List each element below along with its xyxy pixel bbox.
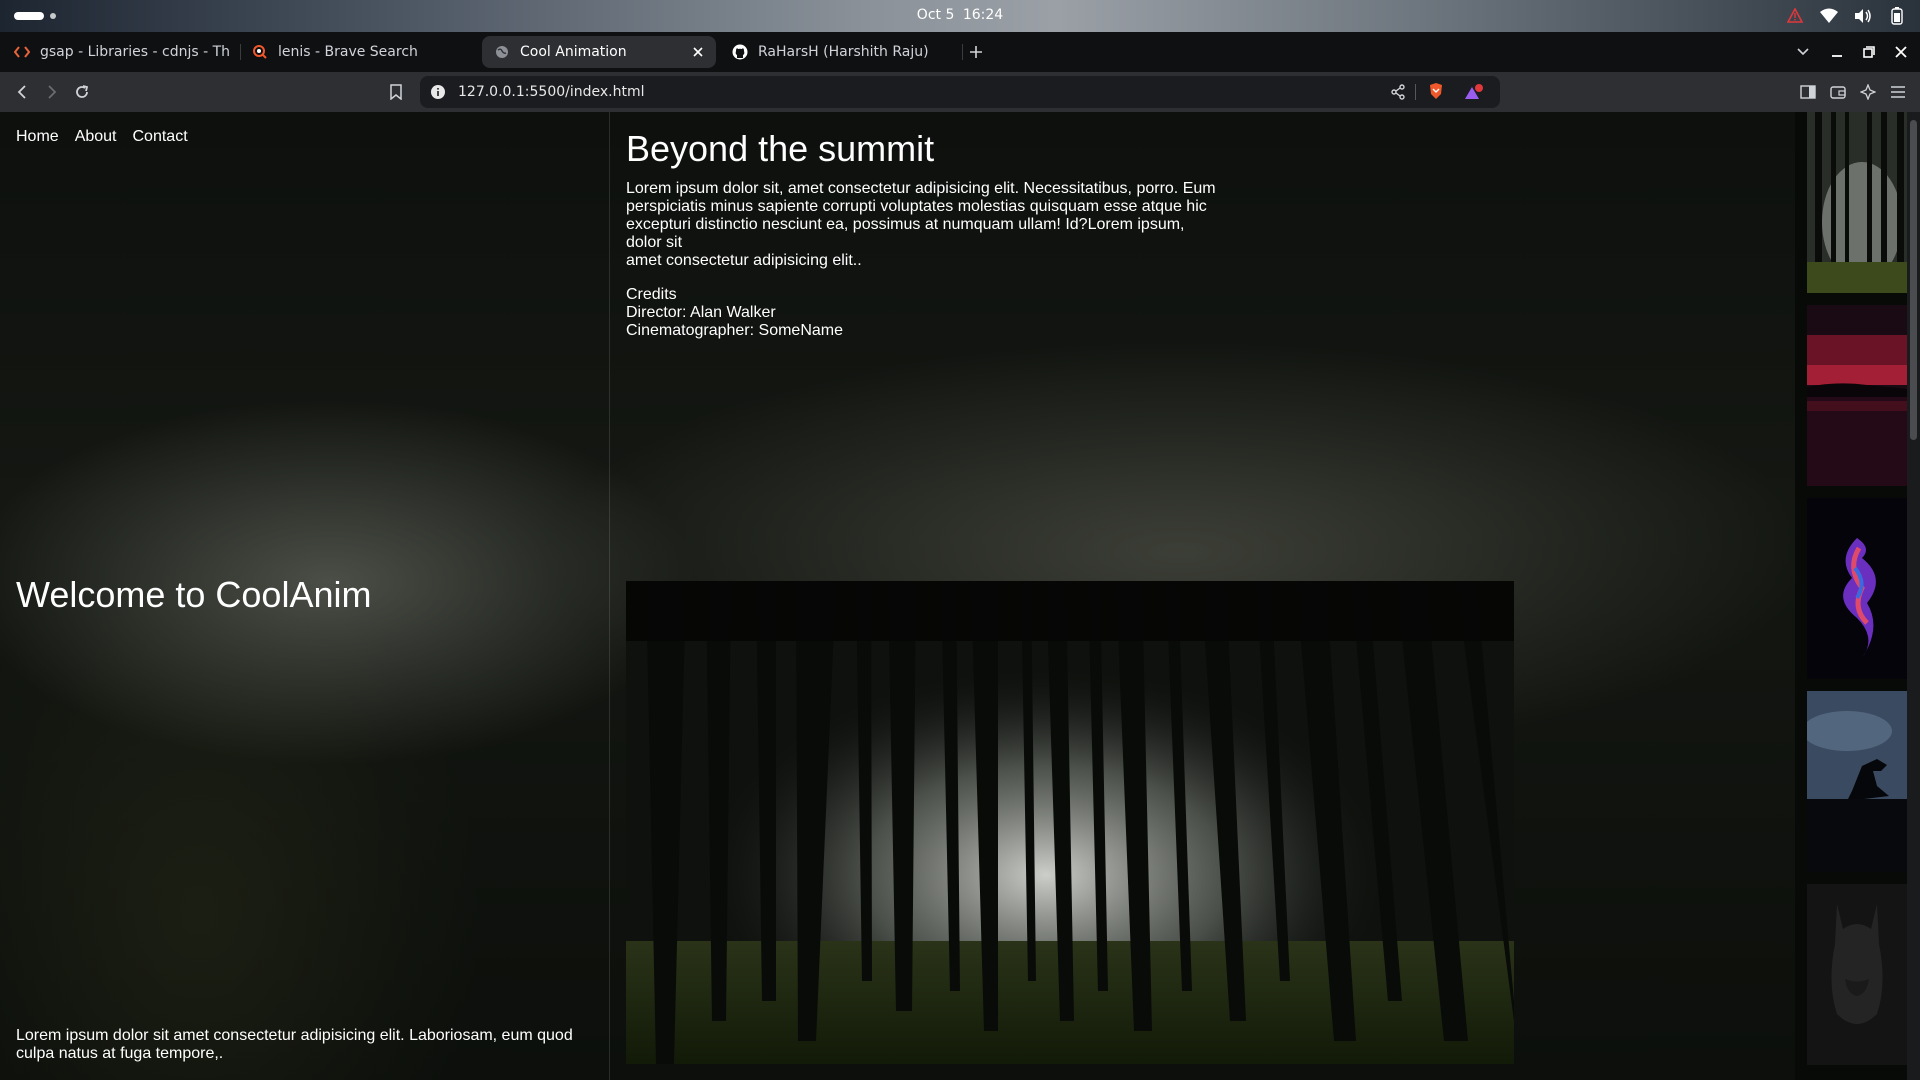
tab-title: gsap - Libraries - cdnjs - The #	[40, 44, 230, 60]
credits-director: Director: Alan Walker	[626, 304, 776, 321]
os-time: 16:24	[962, 7, 1004, 23]
tab-title: Cool Animation	[520, 44, 627, 60]
welcome-heading: Welcome to CoolAnim	[16, 574, 372, 615]
forest-illustration	[626, 581, 1514, 1064]
menu-icon[interactable]	[1888, 82, 1908, 102]
minimize-window-icon[interactable]	[1828, 44, 1846, 60]
os-clock[interactable]: Oct 5 16:24	[0, 7, 1920, 23]
thumbnail-dinosaur-silhouette[interactable]	[1807, 691, 1908, 872]
restore-window-icon[interactable]	[1860, 44, 1878, 60]
thumbnail-colorful-smoke[interactable]	[1807, 498, 1908, 679]
back-arrow-icon[interactable]	[12, 82, 32, 102]
scrollbar-thumb[interactable]	[1910, 120, 1917, 440]
site-nav: Home About Contact	[16, 128, 188, 146]
credits-block: Credits Director: Alan Walker Cinematogr…	[626, 286, 1226, 340]
wifi-icon[interactable]	[1820, 7, 1838, 25]
os-top-bar: Oct 5 16:24	[0, 0, 1920, 32]
url-text[interactable]: 127.0.0.1:5500/index.html	[458, 84, 645, 100]
thumbnail-batman-dark[interactable]	[1807, 884, 1908, 1065]
tab-lenis[interactable]: lenis - Brave Search	[252, 36, 472, 68]
tab-cool-animation[interactable]: Cool Animation	[482, 36, 716, 68]
tab-title: lenis - Brave Search	[278, 44, 418, 60]
new-tab-button[interactable]	[966, 42, 986, 62]
page-title: Beyond the summit	[626, 128, 935, 169]
bookmark-icon[interactable]	[386, 82, 406, 102]
close-window-icon[interactable]	[1892, 44, 1910, 60]
code-icon	[14, 44, 30, 60]
share-icon[interactable]	[1390, 84, 1406, 100]
nav-home-link[interactable]: Home	[16, 128, 59, 146]
brave-shields-icon[interactable]	[1428, 82, 1446, 102]
battery-icon[interactable]	[1888, 7, 1906, 25]
address-bar[interactable]: 127.0.0.1:5500/index.html	[420, 76, 1500, 108]
site-info-icon[interactable]	[430, 84, 446, 100]
forward-arrow-icon[interactable]	[42, 82, 62, 102]
brave-search-icon	[252, 44, 268, 60]
left-footer-text: Lorem ipsum dolor sit amet consectetur a…	[16, 1027, 573, 1062]
column-divider	[609, 112, 610, 1080]
body-paragraph: Lorem ipsum dolor sit, amet consectetur …	[626, 180, 1226, 270]
tab-title: RaHarsH (Harshith Raju)	[758, 44, 929, 60]
url-divider	[1415, 84, 1416, 100]
tab-list-chevron-down-icon[interactable]	[1794, 44, 1812, 60]
browser-toolbar: 127.0.0.1:5500/index.html	[0, 72, 1920, 112]
warning-icon[interactable]	[1786, 7, 1804, 25]
nav-about-link[interactable]: About	[75, 128, 117, 146]
credits-label: Credits	[626, 286, 677, 303]
body-line: amet consectetur adipisicing elit..	[626, 252, 862, 269]
wallet-icon[interactable]	[1828, 82, 1848, 102]
hero-forest-image	[626, 581, 1514, 1064]
credits-cinematographer: Cinematographer: SomeName	[626, 322, 843, 339]
body-line: Lorem ipsum dolor sit, amet consectetur …	[626, 180, 1216, 197]
body-line: dolor sit	[626, 234, 683, 251]
thumbnail-forest[interactable]	[1807, 112, 1908, 293]
tab-gsap[interactable]: gsap - Libraries - cdnjs - The #	[14, 36, 230, 68]
reload-icon[interactable]	[72, 82, 92, 102]
close-tab-icon[interactable]	[690, 44, 706, 60]
volume-icon[interactable]	[1854, 7, 1872, 25]
github-icon	[732, 44, 748, 60]
nav-contact-link[interactable]: Contact	[133, 128, 188, 146]
body-line: excepturi distinctio nesciunt ea, possim…	[626, 216, 1185, 233]
tab-github[interactable]: RaHarsH (Harshith Raju)	[732, 36, 972, 68]
globe-icon	[494, 44, 510, 60]
leo-ai-icon[interactable]	[1858, 82, 1878, 102]
sidebar-toggle-icon[interactable]	[1798, 82, 1818, 102]
page-viewport: Home About Contact Welcome to CoolAnim L…	[0, 112, 1920, 1080]
body-line: perspiciatis minus sapiente corrupti vol…	[626, 198, 1207, 215]
thumbnail-red-sunset-lake[interactable]	[1807, 305, 1908, 486]
system-tray[interactable]	[1786, 7, 1906, 25]
brave-rewards-icon[interactable]	[1464, 84, 1484, 102]
tab-separator	[240, 44, 241, 60]
tab-strip: gsap - Libraries - cdnjs - The # lenis -…	[0, 32, 1920, 72]
os-date: Oct 5	[916, 7, 955, 23]
main-content: Beyond the summit Lorem ipsum dolor sit,…	[626, 112, 1226, 340]
page-scrollbar[interactable]	[1907, 112, 1920, 1080]
thumbnail-rail	[1795, 112, 1920, 1080]
tab-separator	[962, 44, 963, 60]
